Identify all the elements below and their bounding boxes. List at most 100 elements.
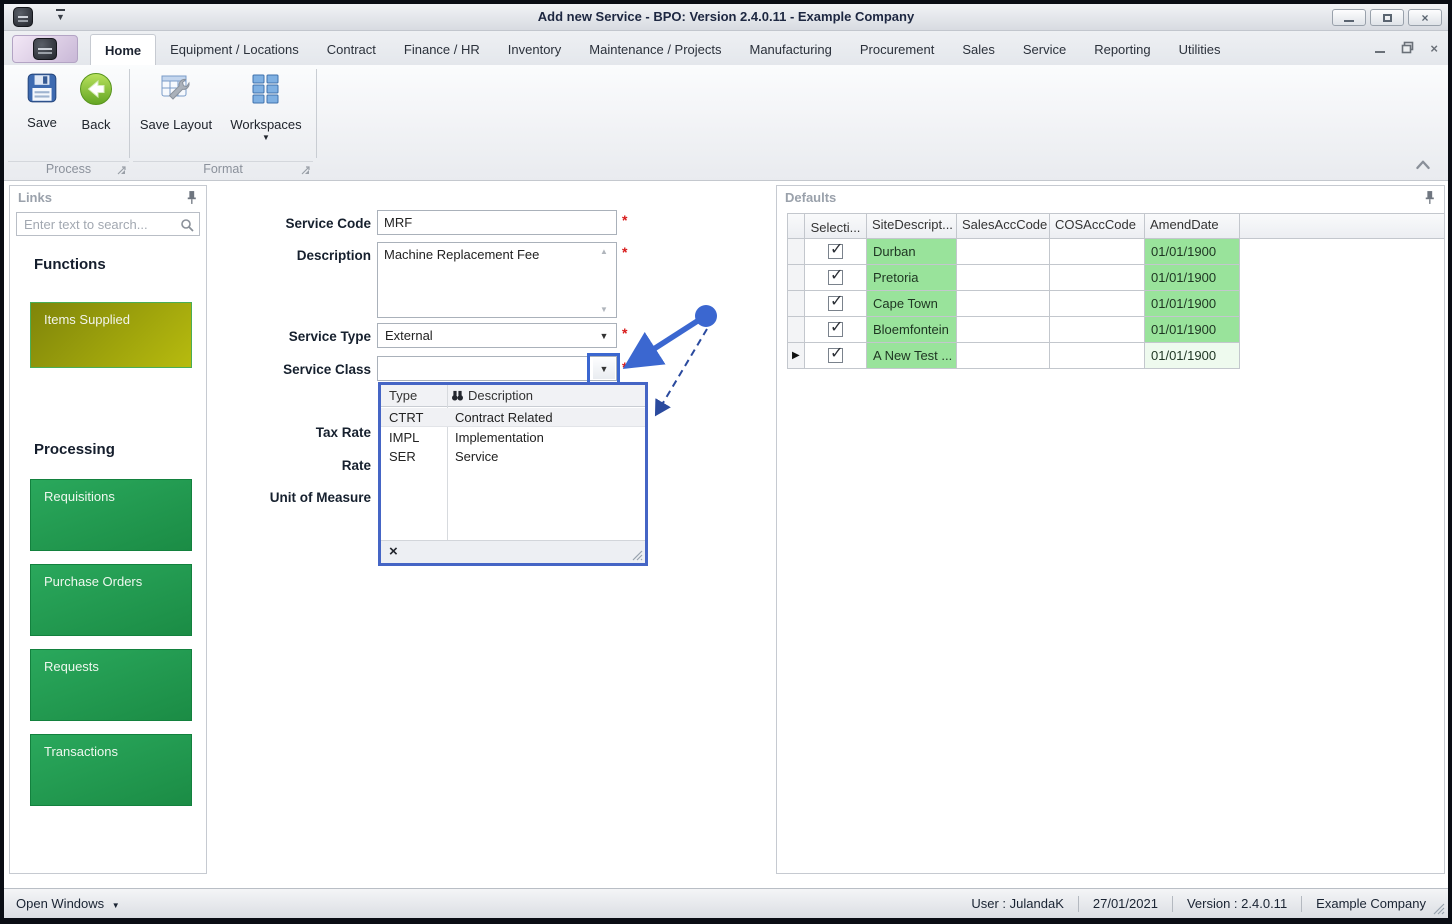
maximize-button[interactable] [1370, 9, 1404, 26]
purchase-orders-button[interactable]: Purchase Orders [30, 564, 192, 636]
app-logo-icon[interactable] [13, 7, 33, 27]
grid-column-site[interactable]: SiteDescript... [867, 213, 957, 239]
grid-column-selection[interactable]: Selecti... [805, 213, 867, 239]
amend-date-cell[interactable]: 01/01/1900 [1145, 317, 1240, 343]
cos-acc-cell[interactable] [1050, 265, 1145, 291]
grid-column-sales[interactable]: SalesAccCode [957, 213, 1050, 239]
checkbox[interactable]: ✓ [828, 345, 843, 363]
back-button[interactable]: Back [60, 71, 132, 132]
service-code-input[interactable] [377, 210, 617, 235]
grid-row-a-new-test[interactable]: ▶ ✓ A New Test ... 01/01/1900 [787, 343, 1444, 369]
grid-column-amend[interactable]: AmendDate [1145, 213, 1240, 239]
cos-acc-cell[interactable] [1050, 317, 1145, 343]
grid-row-cape-town[interactable]: ✓ Cape Town 01/01/1900 [787, 291, 1444, 317]
items-supplied-button[interactable]: Items Supplied [30, 302, 192, 368]
workspaces-button[interactable]: Workspaces ▼ [226, 71, 306, 142]
sales-acc-cell[interactable] [957, 317, 1050, 343]
maximize-icon [1382, 13, 1392, 22]
mdi-minimize-button[interactable] [1375, 42, 1386, 55]
tab-service[interactable]: Service [1009, 34, 1080, 65]
popup-row-impl[interactable]: IMPL Implementation [381, 428, 645, 447]
ribbon-group-separator [316, 69, 317, 158]
transactions-button[interactable]: Transactions [30, 734, 192, 806]
checkbox[interactable]: ✓ [828, 293, 843, 311]
requests-button[interactable]: Requests [30, 649, 192, 721]
service-class-combo[interactable]: ▼ [377, 356, 617, 381]
quick-access-dropdown-icon[interactable]: ▼ [56, 9, 65, 22]
sales-acc-cell[interactable] [957, 343, 1050, 369]
popup-row-ser[interactable]: SER Service [381, 447, 645, 466]
tab-contract[interactable]: Contract [313, 34, 390, 65]
search-icon[interactable] [180, 218, 194, 232]
resize-grip-icon[interactable] [631, 549, 643, 561]
close-button[interactable]: × [1408, 9, 1442, 26]
tab-sales[interactable]: Sales [948, 34, 1009, 65]
mdi-restore-button[interactable] [1401, 41, 1414, 56]
cos-acc-cell[interactable] [1050, 291, 1145, 317]
site-cell[interactable]: A New Test ... [867, 343, 957, 369]
tab-inventory[interactable]: Inventory [494, 34, 575, 65]
open-windows-button[interactable]: Open Windows ▼ [16, 896, 120, 911]
popup-column-type[interactable]: Type [389, 388, 417, 403]
cos-acc-cell[interactable] [1050, 343, 1145, 369]
grid-row-pretoria[interactable]: ✓ Pretoria 01/01/1900 [787, 265, 1444, 291]
application-button[interactable] [12, 35, 78, 63]
service-type-combo[interactable]: External ▼ [377, 323, 617, 348]
mdi-close-button[interactable]: × [1430, 42, 1438, 55]
minimize-icon [1344, 19, 1354, 22]
service-class-label: Service Class [283, 362, 371, 377]
workspaces-dropdown-icon[interactable]: ▼ [226, 133, 306, 142]
amend-date-cell[interactable]: 01/01/1900 [1145, 343, 1240, 369]
site-cell[interactable]: Durban [867, 239, 957, 265]
service-type-dropdown-icon[interactable]: ▼ [593, 325, 615, 346]
checkbox[interactable]: ✓ [828, 241, 843, 259]
amend-date-cell[interactable]: 01/01/1900 [1145, 265, 1240, 291]
window-title: Add new Service - BPO: Version 2.4.0.11 … [537, 9, 915, 24]
amend-date-cell[interactable]: 01/01/1900 [1145, 239, 1240, 265]
tab-equipment-locations[interactable]: Equipment / Locations [156, 34, 313, 65]
minimize-button[interactable] [1332, 9, 1366, 26]
collapse-ribbon-icon[interactable] [1414, 158, 1432, 170]
grid-column-cos[interactable]: COSAccCode [1050, 213, 1145, 239]
tab-procurement[interactable]: Procurement [846, 34, 948, 65]
grid-column-filler [1240, 213, 1444, 239]
dialog-launcher-icon[interactable] [117, 166, 126, 175]
description-input[interactable]: Machine Replacement Fee [377, 242, 617, 318]
sales-acc-cell[interactable] [957, 291, 1050, 317]
tab-utilities[interactable]: Utilities [1165, 34, 1235, 65]
sales-acc-cell[interactable] [957, 265, 1050, 291]
tab-finance-hr[interactable]: Finance / HR [390, 34, 494, 65]
save-layout-icon [161, 75, 190, 100]
open-windows-dropdown-icon: ▼ [111, 901, 120, 910]
grid-row-bloemfontein[interactable]: ✓ Bloemfontein 01/01/1900 [787, 317, 1444, 343]
cos-acc-cell[interactable] [1050, 239, 1145, 265]
pin-icon[interactable] [185, 190, 198, 205]
tab-reporting[interactable]: Reporting [1080, 34, 1164, 65]
site-cell[interactable]: Pretoria [867, 265, 957, 291]
status-separator [1301, 895, 1303, 912]
tab-manufacturing[interactable]: Manufacturing [736, 34, 846, 65]
requisitions-button[interactable]: Requisitions [30, 479, 192, 551]
amend-date-cell[interactable]: 01/01/1900 [1145, 291, 1240, 317]
checkbox[interactable]: ✓ [828, 267, 843, 285]
site-cell[interactable]: Bloemfontein [867, 317, 957, 343]
clear-selection-icon[interactable]: × [389, 543, 398, 560]
window-resize-grip-icon[interactable] [1432, 902, 1445, 915]
mdi-minimize-icon [1375, 51, 1386, 53]
site-cell[interactable]: Cape Town [867, 291, 957, 317]
popup-row-ctrt[interactable]: CTRT Contract Related [381, 408, 645, 427]
dialog-launcher-icon[interactable] [301, 166, 310, 175]
status-separator [1077, 895, 1079, 912]
tab-maintenance-projects[interactable]: Maintenance / Projects [575, 34, 735, 65]
sales-acc-cell[interactable] [957, 239, 1050, 265]
grid-row-durban[interactable]: ✓ Durban 01/01/1900 [787, 239, 1444, 265]
ribbon-tabs: Home Equipment / Locations Contract Fina… [90, 34, 1234, 65]
pin-icon[interactable] [1423, 190, 1436, 205]
tab-home[interactable]: Home [90, 34, 157, 65]
links-search-input[interactable] [17, 213, 199, 235]
popup-column-description[interactable]: Description [451, 388, 533, 403]
status-version: Version : 2.4.0.11 [1186, 896, 1288, 911]
title-bar: ▼ Add new Service - BPO: Version 2.4.0.1… [4, 4, 1448, 31]
save-layout-button[interactable]: Save Layout [138, 71, 214, 132]
checkbox[interactable]: ✓ [828, 319, 843, 337]
